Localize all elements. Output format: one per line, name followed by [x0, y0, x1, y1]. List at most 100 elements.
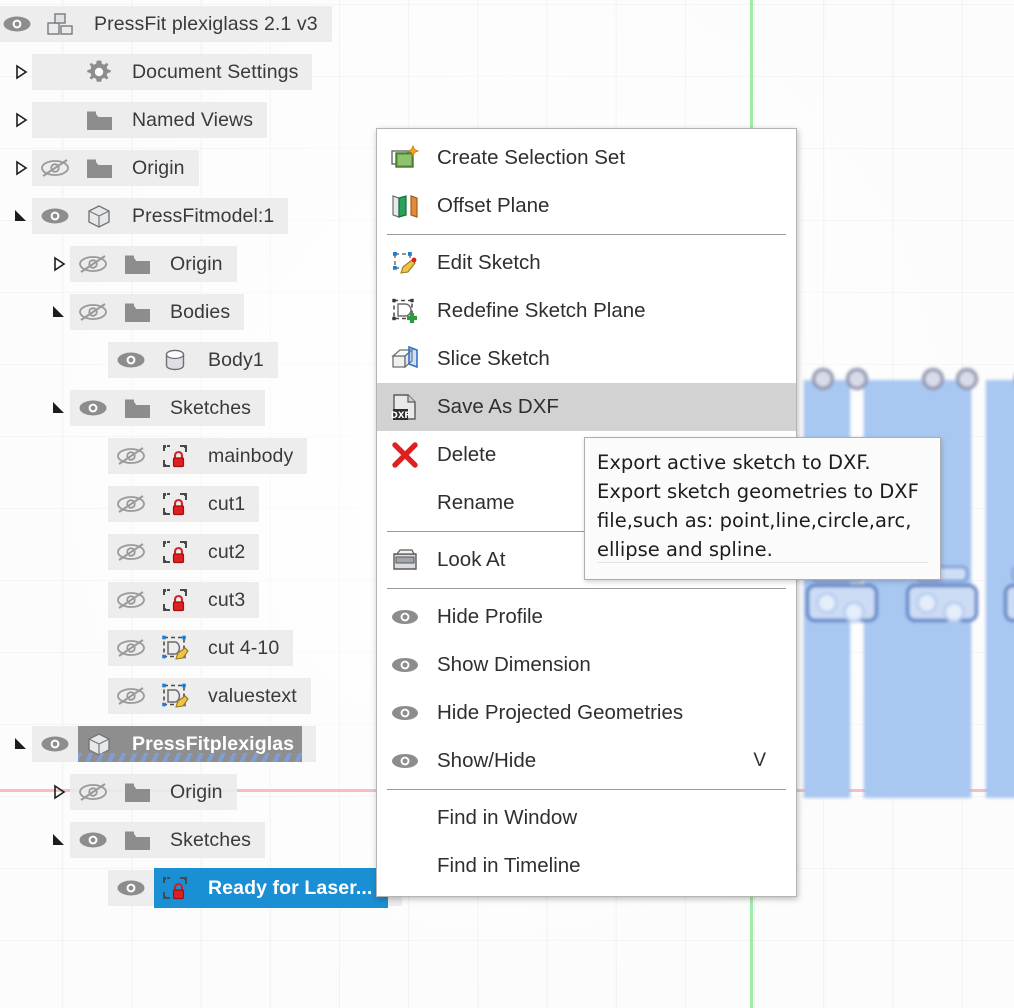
sketch-dimension-group [906, 584, 978, 623]
menu-item-shortcut: V [753, 750, 766, 771]
active-component-hatch [78, 753, 303, 762]
expanded-triangle-icon[interactable] [48, 816, 70, 864]
tree-expander-spacer [86, 624, 108, 672]
tree-row-body[interactable]: valuestext [108, 678, 311, 714]
menu-item-label: Save As DXF [437, 395, 559, 418]
body-icon [154, 342, 196, 378]
eye-open-icon[interactable] [108, 870, 154, 906]
eye-open-icon[interactable] [70, 822, 116, 858]
menu-item-label: Hide Profile [437, 605, 543, 628]
selected-sketch-geometry[interactable] [798, 368, 1014, 798]
tree-row-body[interactable]: PressFitmodel:1 [32, 198, 289, 234]
tree-row-body[interactable]: Body1 [108, 342, 278, 378]
menu-item-find-in-window[interactable]: Find in Window [377, 794, 796, 842]
dxf-file-icon: DXF [387, 390, 423, 424]
menu-item-offset-plane[interactable]: Offset Plane [377, 182, 796, 230]
menu-item-label: Hide Projected Geometries [437, 701, 684, 724]
tree-item-label: Bodies [170, 300, 231, 323]
tree-row-body[interactable]: Sketches [70, 822, 266, 858]
menu-item-label: Offset Plane [437, 194, 550, 217]
eye-off-icon[interactable] [70, 294, 116, 330]
collapsed-triangle-icon[interactable] [10, 48, 32, 96]
tree-expander-spacer [86, 672, 108, 720]
tree-item-label: Document Settings [132, 60, 299, 83]
menu-item-label: Find in Window [437, 806, 578, 829]
eye-icon [387, 696, 423, 730]
tree-row-body[interactable]: Bodies [70, 294, 245, 330]
expanded-triangle-icon[interactable] [10, 192, 32, 240]
tooltip-line: file,such as: point,line,circle,arc, [597, 509, 912, 532]
expanded-triangle-icon[interactable] [10, 720, 32, 768]
look-at-icon [387, 543, 423, 577]
visibility-spacer [32, 54, 78, 90]
tree-row-body[interactable]: Ready for Laser... [108, 868, 403, 908]
delete-x-icon [387, 438, 423, 472]
tree-row-body[interactable]: cut3 [108, 582, 260, 618]
tree-row-body[interactable]: Origin [32, 150, 199, 186]
eye-off-icon[interactable] [108, 534, 154, 570]
tree-row-body[interactable]: PressFit plexiglass 2.1 v3 [0, 6, 332, 42]
tree-row-body[interactable]: Sketches [70, 390, 266, 426]
menu-item-redefine-sketch-plane[interactable]: Redefine Sketch Plane [377, 287, 796, 335]
sketch-tab-circle [846, 368, 868, 390]
folder-icon [78, 150, 120, 186]
menu-item-create-selection-set[interactable]: Create Selection Set [377, 134, 796, 182]
menu-item-find-in-timeline[interactable]: Find in Timeline [377, 842, 796, 890]
tree-item-label: cut 4-10 [208, 636, 280, 659]
tree-item-label: Origin [170, 252, 223, 275]
collapsed-triangle-icon[interactable] [48, 240, 70, 288]
folder-icon [116, 294, 158, 330]
menu-item-edit-sketch[interactable]: Edit Sketch [377, 239, 796, 287]
tree-row-body[interactable]: cut 4-10 [108, 630, 294, 666]
tree-row-body[interactable]: mainbody [108, 438, 308, 474]
eye-open-icon[interactable] [0, 6, 40, 42]
sketch-locked-icon [154, 534, 196, 570]
menu-separator [387, 234, 786, 235]
sketch-locked-icon [154, 438, 196, 474]
tree-row-body[interactable]: Origin [70, 774, 237, 810]
tree-row-body[interactable]: PressFitplexiglas [32, 726, 317, 762]
collapsed-triangle-icon[interactable] [10, 96, 32, 144]
tree-row-body[interactable]: Document Settings [32, 54, 313, 90]
menu-item-show-dimension[interactable]: Show Dimension [377, 641, 796, 689]
eye-off-icon[interactable] [108, 582, 154, 618]
eye-off-icon[interactable] [70, 246, 116, 282]
tree-item-label: Named Views [132, 108, 254, 131]
tree-row-pressfit-plexiglass-2-1-v3[interactable]: PressFit plexiglass 2.1 v3 [0, 0, 500, 48]
tree-item-label: cut2 [208, 540, 246, 563]
eye-open-icon[interactable] [108, 342, 154, 378]
expanded-triangle-icon[interactable] [48, 288, 70, 336]
collapsed-triangle-icon[interactable] [10, 144, 32, 192]
eye-open-icon[interactable] [70, 390, 116, 426]
menu-item-show-hide[interactable]: Show/Hide V [377, 737, 796, 785]
eye-off-icon[interactable] [108, 630, 154, 666]
tree-row-body[interactable]: Origin [70, 246, 237, 282]
tree-row-document-settings[interactable]: Document Settings [0, 48, 500, 96]
sketch-edit-icon [154, 630, 196, 666]
tree-row-body[interactable]: cut2 [108, 534, 260, 570]
eye-off-icon[interactable] [32, 150, 78, 186]
menu-item-save-as-dxf[interactable]: DXF Save As DXF [377, 383, 796, 431]
menu-item-slice-sketch[interactable]: Slice Sketch [377, 335, 796, 383]
assembly-icon [40, 6, 82, 42]
save-as-dxf-tooltip: Export active sketch to DXF. Export sketc… [584, 437, 941, 580]
eye-off-icon[interactable] [108, 486, 154, 522]
menu-item-hide-profile[interactable]: Hide Profile [377, 593, 796, 641]
eye-open-icon[interactable] [32, 198, 78, 234]
tooltip-line: ellipse and spline. [597, 538, 773, 561]
eye-icon [387, 744, 423, 778]
collapsed-triangle-icon[interactable] [48, 768, 70, 816]
menu-item-label: Slice Sketch [437, 347, 550, 370]
eye-open-icon[interactable] [32, 726, 78, 762]
expanded-triangle-icon[interactable] [48, 384, 70, 432]
folder-icon [116, 774, 158, 810]
eye-off-icon[interactable] [108, 678, 154, 714]
menu-item-hide-projected-geometries[interactable]: Hide Projected Geometries [377, 689, 796, 737]
svg-text:DXF: DXF [391, 411, 411, 421]
eye-off-icon[interactable] [108, 438, 154, 474]
folder-icon [116, 390, 158, 426]
tree-row-body[interactable]: Named Views [32, 102, 268, 138]
menu-item-label: Look At [437, 548, 506, 571]
tree-row-body[interactable]: cut1 [108, 486, 260, 522]
eye-off-icon[interactable] [70, 774, 116, 810]
